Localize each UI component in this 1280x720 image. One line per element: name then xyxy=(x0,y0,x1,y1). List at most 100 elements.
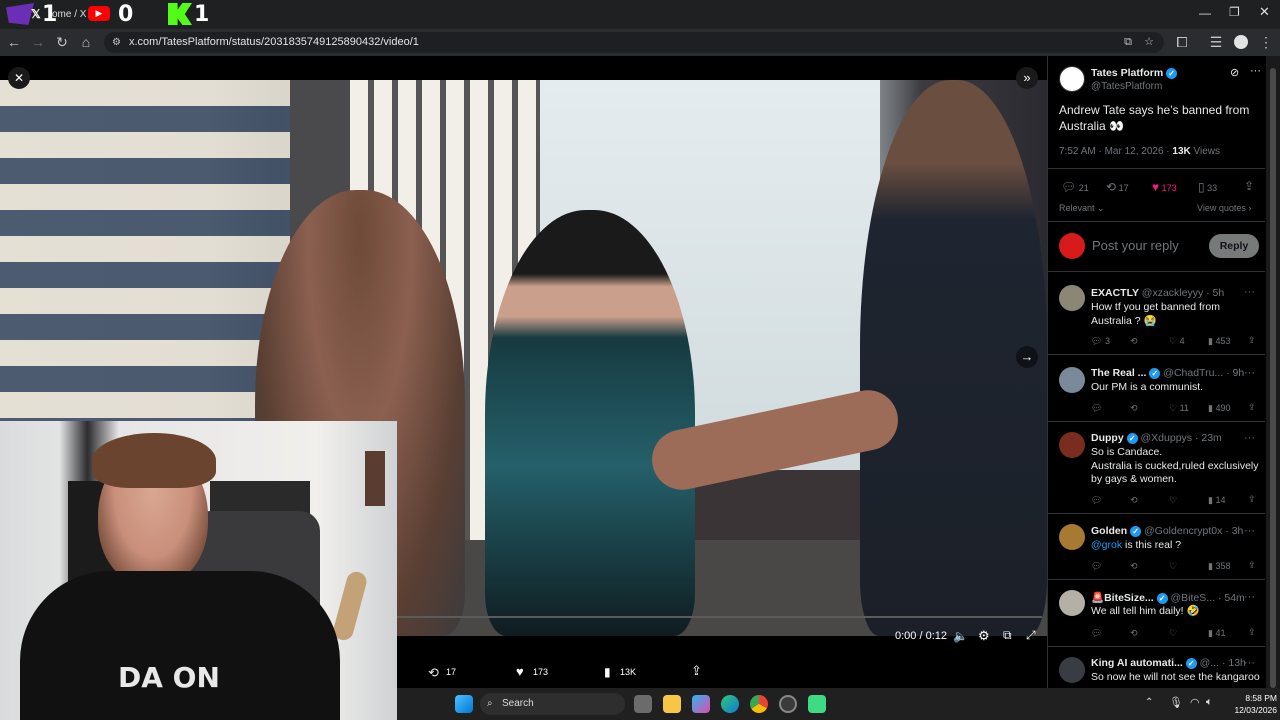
reply-author[interactable]: Duppy ✓ @Xduppys · 23m xyxy=(1091,432,1222,444)
reply-input[interactable]: Post your reply xyxy=(1092,238,1179,253)
reply-more-icon[interactable]: ··· xyxy=(1244,591,1255,603)
reply-like-icon[interactable]: ♡ xyxy=(1169,628,1177,639)
reply-avatar[interactable] xyxy=(1059,657,1085,683)
site-info-icon[interactable]: ⚙ xyxy=(112,32,121,53)
reply-share-icon[interactable]: ⇪ xyxy=(1248,560,1256,571)
view-quotes-link[interactable]: View quotes › xyxy=(1197,203,1251,213)
reply-avatar[interactable] xyxy=(1059,432,1085,458)
reply-avatar[interactable] xyxy=(1059,285,1085,311)
reply-reply-action[interactable]: 💬︎ xyxy=(1091,403,1102,414)
windows-start-icon[interactable] xyxy=(455,695,473,713)
expand-panel-button[interactable]: » xyxy=(1016,67,1038,89)
close-video-button[interactable]: ✕ xyxy=(8,67,30,89)
grok-icon[interactable]: ⊘ xyxy=(1230,66,1239,79)
minimize-icon[interactable]: — xyxy=(1199,6,1211,20)
reply-retweet-icon[interactable]: ⟲ xyxy=(1130,336,1138,347)
microphone-icon[interactable]: 🎙︎ xyxy=(1169,696,1183,709)
reply-more-icon[interactable]: ··· xyxy=(1244,657,1255,669)
reply-reply-icon[interactable]: 💬︎ xyxy=(1091,628,1102,639)
reply-share-icon[interactable]: ⇪ xyxy=(1248,335,1256,346)
reply-retweet-icon[interactable]: ⟲ xyxy=(1130,495,1138,506)
reload-icon[interactable]: ↻ xyxy=(51,31,73,53)
reply-author[interactable]: EXACTLY @xzackleyyy · 5h xyxy=(1091,287,1224,299)
volume-icon[interactable]: 🔈 xyxy=(953,629,968,643)
scrollbar-thumb[interactable] xyxy=(1270,68,1276,688)
chat-app-icon[interactable] xyxy=(808,695,826,713)
reply-share-icon[interactable]: ⇪ xyxy=(1248,494,1256,505)
app-icon[interactable] xyxy=(779,695,797,713)
settings-gear-icon[interactable]: ⚙ xyxy=(978,628,990,644)
reply-author[interactable]: Golden ✓ @Goldencrypt0x · 3h xyxy=(1091,525,1243,537)
post-author-name[interactable]: Tates Platform ✓ xyxy=(1091,67,1178,79)
post-author-avatar[interactable] xyxy=(1059,66,1085,92)
back-icon[interactable]: ← xyxy=(3,31,25,53)
reply-more-icon[interactable]: ··· xyxy=(1244,367,1255,379)
bookmark-star-icon[interactable]: ☆ xyxy=(1144,32,1154,53)
chrome-icon[interactable] xyxy=(750,695,768,713)
reply-avatar[interactable] xyxy=(1059,367,1085,393)
post-more-icon[interactable]: ··· xyxy=(1250,65,1261,77)
taskbar-date[interactable]: 12/03/2026 xyxy=(1223,705,1277,715)
forward-icon[interactable]: → xyxy=(27,31,49,53)
tab-title[interactable]: ome / X xyxy=(52,9,86,20)
next-media-button[interactable]: → xyxy=(1016,346,1038,368)
profile-avatar-icon[interactable] xyxy=(1230,31,1252,53)
reply-author[interactable]: The Real ... ✓ @ChadTru... · 9h xyxy=(1091,367,1244,379)
tray-chevron-icon[interactable]: ⌃ xyxy=(1145,697,1153,708)
close-window-icon[interactable]: ✕ xyxy=(1259,4,1270,20)
reply-author[interactable]: King AI automati... ✓ @... · 13h xyxy=(1091,657,1246,669)
post-author-handle[interactable]: @TatesPlatform xyxy=(1091,81,1162,92)
reply-more-icon[interactable]: ··· xyxy=(1244,432,1255,444)
reply-retweet-icon[interactable]: ⟲ xyxy=(1130,561,1138,572)
taskbar-search[interactable]: ⌕ Search xyxy=(480,693,625,715)
address-bar[interactable]: ⚙ x.com/TatesPlatform/status/20318357491… xyxy=(104,32,1164,53)
fullscreen-icon[interactable]: ⤢ xyxy=(1026,628,1036,643)
video-progress-bar[interactable] xyxy=(397,616,1042,618)
reply-avatar[interactable] xyxy=(1059,590,1085,616)
reply-views[interactable]: ▮ 14 xyxy=(1208,495,1225,506)
reply-share-icon[interactable]: ⇪ xyxy=(1248,627,1256,638)
post-timestamp[interactable]: 7:52 AM · Mar 12, 2026 · xyxy=(1059,146,1172,157)
post-retweet-action[interactable]: ⟲ 17 xyxy=(1106,180,1129,194)
panel-scrollbar[interactable] xyxy=(1266,56,1280,720)
reading-list-icon[interactable]: ☰ xyxy=(1205,31,1227,53)
pip-icon[interactable]: ⧉ xyxy=(1003,628,1012,643)
post-like-action[interactable]: ♥ 173 xyxy=(1152,180,1177,194)
reply-like-action[interactable]: ♡ 11 xyxy=(1169,403,1189,414)
reply-like-icon[interactable]: ♡ xyxy=(1169,495,1177,506)
reply-reply-icon[interactable]: 💬︎ xyxy=(1091,561,1102,572)
volume-tray-icon[interactable]: 🔈︎ xyxy=(1206,696,1213,709)
reply-button[interactable]: Reply xyxy=(1209,234,1259,258)
home-icon[interactable]: ⌂ xyxy=(75,31,97,53)
extensions-icon[interactable]: ⧠ xyxy=(1171,31,1193,53)
file-explorer-icon[interactable] xyxy=(663,695,681,713)
reply-like-icon[interactable]: ♡ xyxy=(1169,561,1177,572)
reply-author[interactable]: 🚨BiteSize... ✓ @BiteS... · 54m xyxy=(1091,591,1245,604)
cast-icon[interactable]: ⧉ xyxy=(1124,32,1132,53)
reply-reply-icon[interactable]: 💬︎ xyxy=(1091,495,1102,506)
mention-link[interactable]: @grok xyxy=(1091,539,1122,551)
video-retweet-icon[interactable]: ⟲ xyxy=(428,665,439,681)
reply-views[interactable]: ▮ 41 xyxy=(1208,628,1225,639)
reply-more-icon[interactable]: ··· xyxy=(1244,286,1255,298)
reply-views[interactable]: ▮ 490 xyxy=(1208,403,1230,414)
reply-share-icon[interactable]: ⇪ xyxy=(1248,402,1256,413)
wifi-icon[interactable]: ◠ xyxy=(1190,696,1200,709)
taskbar-time[interactable]: 8:58 PM xyxy=(1229,693,1277,703)
video-share-icon[interactable]: ⇪ xyxy=(691,663,702,679)
video-like-icon[interactable]: ♥ xyxy=(516,664,524,679)
reply-views[interactable]: ▮ 453 xyxy=(1208,336,1230,347)
reply-retweet-icon[interactable]: ⟲ xyxy=(1130,403,1138,414)
maximize-icon[interactable]: ❐ xyxy=(1229,5,1240,19)
reply-views[interactable]: ▮ 358 xyxy=(1208,561,1230,572)
post-reply-action[interactable]: 💬︎ 21 xyxy=(1061,180,1089,194)
sort-dropdown[interactable]: Relevant ⌄ xyxy=(1059,203,1105,214)
post-share-icon[interactable]: ⇪ xyxy=(1244,179,1254,193)
copilot-icon[interactable] xyxy=(692,695,710,713)
edge-icon[interactable] xyxy=(721,695,739,713)
reply-reply-action[interactable]: 💬︎ 3 xyxy=(1091,336,1110,347)
post-bookmark-action[interactable]: ▯ 33 xyxy=(1198,180,1217,194)
reply-retweet-icon[interactable]: ⟲ xyxy=(1130,628,1138,639)
reply-more-icon[interactable]: ··· xyxy=(1244,525,1255,537)
task-view-icon[interactable] xyxy=(634,695,652,713)
